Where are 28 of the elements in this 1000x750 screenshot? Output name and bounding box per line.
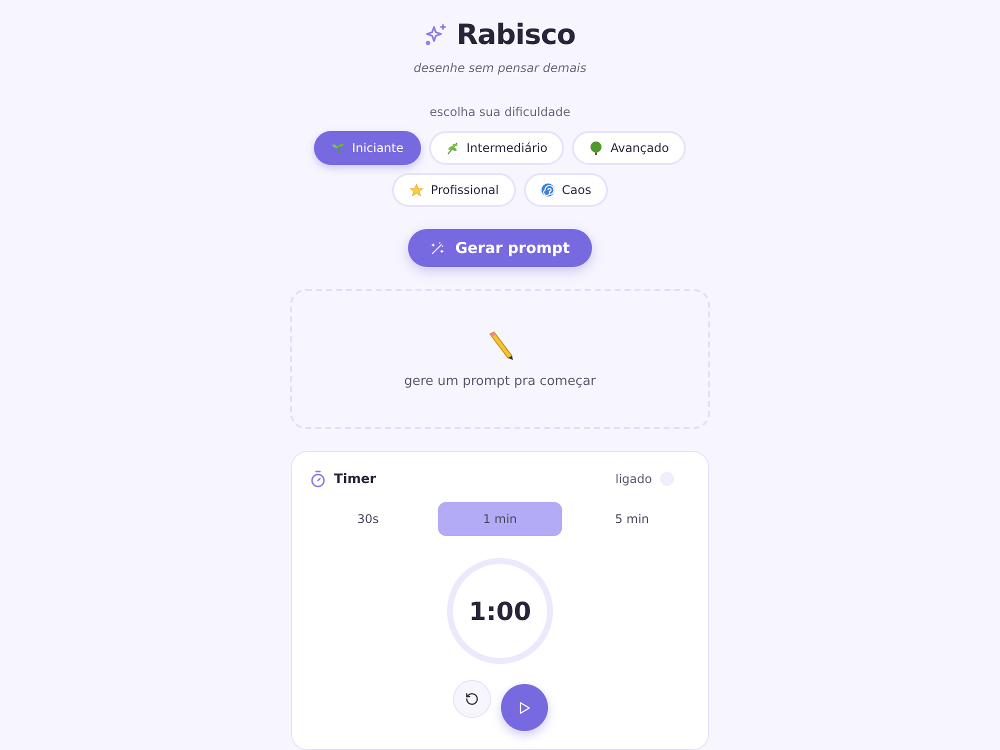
herb-icon [446,141,460,155]
reset-icon [464,692,478,706]
duration-tab[interactable]: 1 min [438,502,562,536]
app-title: Rabisco [456,18,576,51]
tree-icon [589,141,604,155]
spiral-icon [540,183,555,197]
play-icon [517,700,531,714]
play-button[interactable] [500,684,548,731]
timer-title: Timer [334,472,376,486]
sprout-icon [331,141,346,155]
stopwatch-icon [310,470,326,488]
difficulty-chip[interactable]: Caos [524,173,608,207]
empty-prompt-text: gere um prompt pra começar [404,374,596,389]
difficulty-label: escolha sua dificuldade [430,105,570,119]
sparkles-icon [424,22,448,46]
duration-tab[interactable]: 5 min [570,502,694,536]
reset-button[interactable] [452,680,490,718]
duration-tab[interactable]: 30s [306,502,430,536]
star-icon [408,182,424,198]
timer-display: 1:00 [468,596,532,626]
generate-prompt-button[interactable]: Gerar prompt [408,229,592,268]
magic-wand-icon [430,240,446,256]
difficulty-chip[interactable]: Intermediário [428,131,564,165]
toggle-label: ligado [615,472,652,486]
tagline: desenhe sem pensar demais [414,61,586,75]
difficulty-chip[interactable]: Profissional [392,173,516,207]
difficulty-chip[interactable]: Iniciante [314,131,421,165]
difficulty-chip[interactable]: Avançado [572,131,686,165]
